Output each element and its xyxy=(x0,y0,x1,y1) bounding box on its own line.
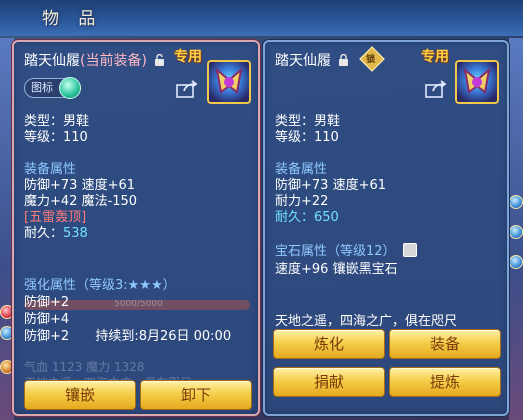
item-name: 踏天仙履 xyxy=(275,53,331,69)
lock-icon[interactable] xyxy=(338,54,349,66)
item-level: 等级：110 xyxy=(24,130,88,145)
durability-label: 耐久： xyxy=(275,210,315,225)
item-level: 等级：110 xyxy=(275,130,339,145)
badge-icon: 锁 xyxy=(359,46,385,72)
item-name: 踏天仙履 xyxy=(24,53,80,69)
gem-line: 速度+96 镶嵌黑宝石 xyxy=(275,262,398,277)
durability-row: 耐久：538 xyxy=(24,222,88,241)
refine-button[interactable]: 炼化 xyxy=(273,329,385,359)
faded-bar-text: 5000/5000 xyxy=(114,300,163,309)
orb-icon xyxy=(509,195,523,209)
window-title: 物 品 xyxy=(42,9,103,29)
item-name-row: 踏天仙履 xyxy=(275,50,349,70)
candidate-item-panel: 踏天仙履 锁 专用 类型：男鞋 等级：110 装备属性 防御+73 速度+61 … xyxy=(263,40,509,416)
durability-row: 耐久：650 xyxy=(275,206,339,225)
enhance-duration: 持续到:8月26日 00:00 xyxy=(95,329,232,344)
boots-icon[interactable] xyxy=(207,60,251,104)
gem-heading-text: 宝石属性（等级12） xyxy=(275,244,396,259)
orb-icon xyxy=(509,255,523,269)
durability-value: 538 xyxy=(63,226,88,241)
exclusive-tag: 专用 xyxy=(421,49,449,65)
badge-text: 锁 xyxy=(366,54,376,65)
mark-toggle[interactable]: 图标 xyxy=(24,77,81,99)
equipped-tag: (当前装备) xyxy=(80,53,147,69)
mark-label: 图标 xyxy=(31,81,53,94)
unlock-icon[interactable] xyxy=(154,54,165,66)
donate-button[interactable]: 捐献 xyxy=(273,367,385,397)
faded-stats-row: 气血 1123 魔力 1328 xyxy=(24,360,145,374)
gem-attr-heading: 宝石属性（等级12） xyxy=(275,240,417,259)
gem-detail-icon[interactable] xyxy=(402,243,417,257)
unequip-button[interactable]: 卸下 xyxy=(140,380,252,410)
enhance-value: 防御+2 xyxy=(24,329,70,344)
exclusive-tag: 专用 xyxy=(174,49,202,65)
item-description: 天地之遥，四海之广，俱在咫尺 xyxy=(275,314,458,329)
inlay-button[interactable]: 镶嵌 xyxy=(24,380,136,410)
orb-icon xyxy=(509,225,523,239)
equip-button[interactable]: 装备 xyxy=(389,329,501,359)
durability-value: 650 xyxy=(314,210,339,225)
item-name-row: 踏天仙履(当前装备) xyxy=(24,50,165,70)
extract-button[interactable]: 提炼 xyxy=(389,367,501,397)
enhance-line-timed: 防御+2 持续到:8月26日 00:00 xyxy=(24,325,231,344)
equipped-item-panel: 踏天仙履(当前装备) 专用 图标 类型：男鞋 等级：110 装备属性 防御+73… xyxy=(12,40,260,416)
durability-label: 耐久： xyxy=(24,226,64,241)
share-icon[interactable] xyxy=(425,80,447,98)
share-icon[interactable] xyxy=(176,80,198,98)
mark-orb-icon xyxy=(59,77,81,99)
boots-icon[interactable] xyxy=(455,60,499,104)
